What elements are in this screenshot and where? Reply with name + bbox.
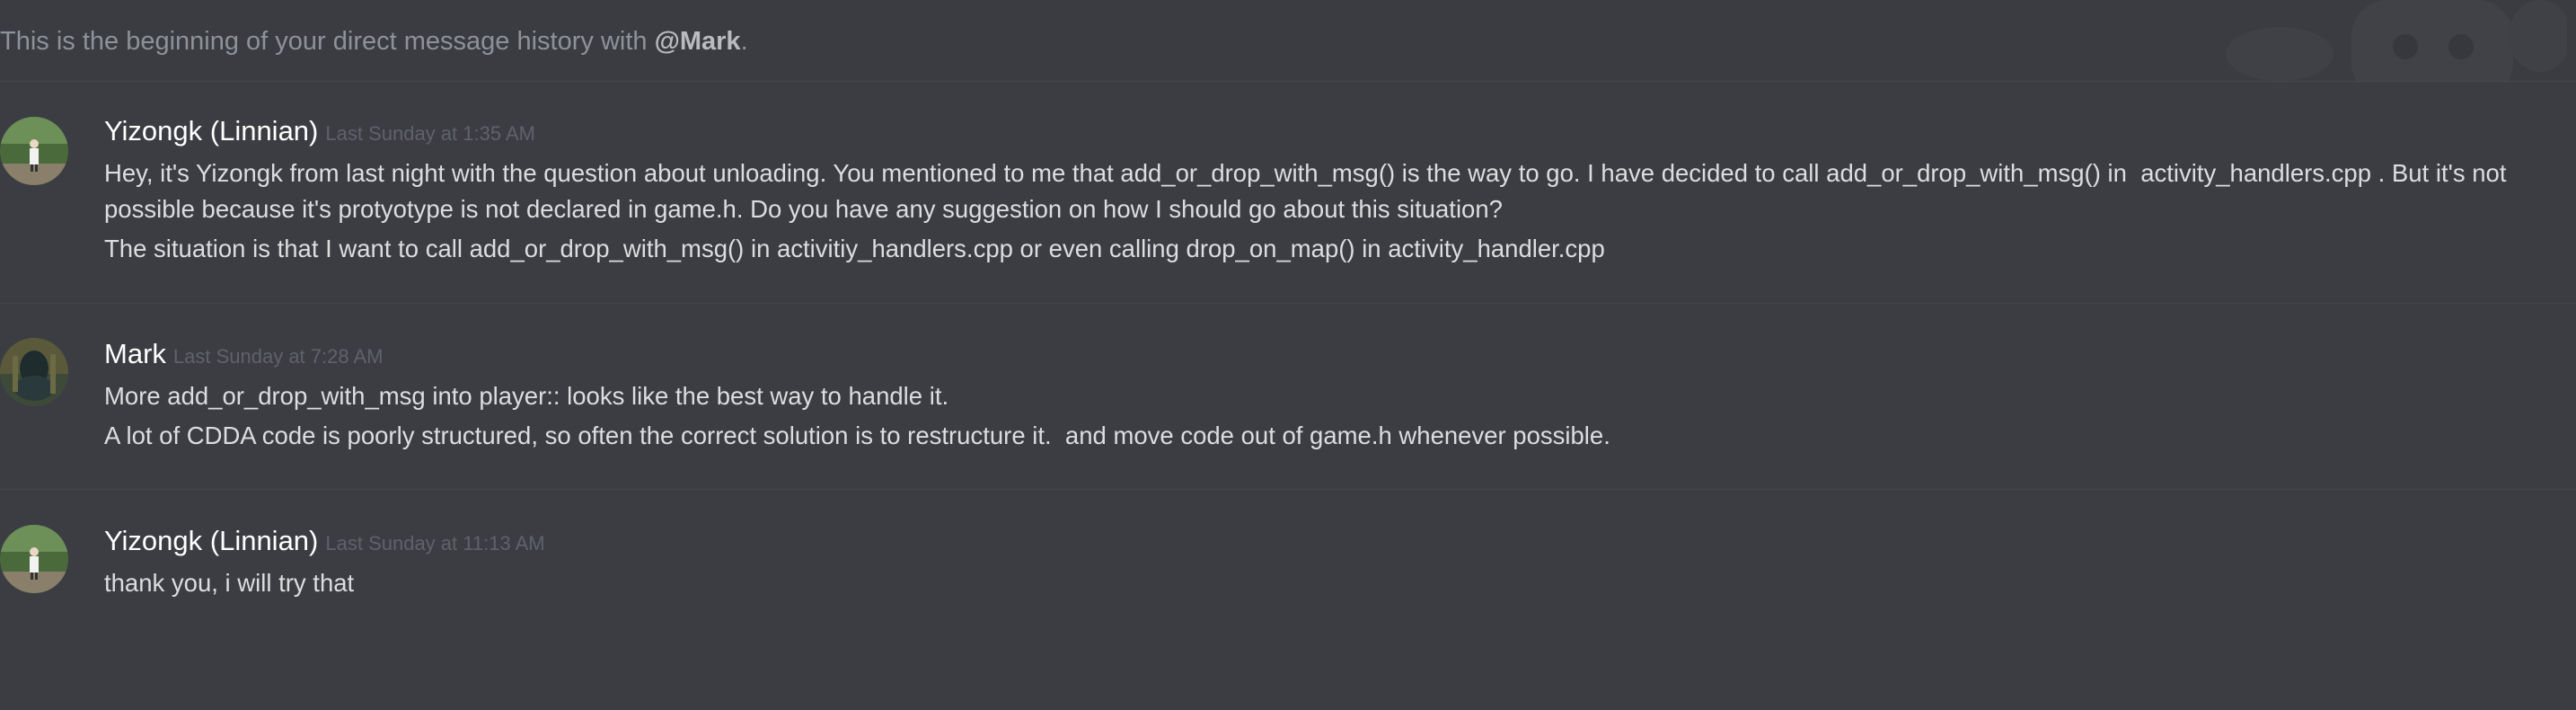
username[interactable]: Mark: [104, 338, 166, 369]
message-header: Mark Last Sunday at 7:28 AM: [104, 338, 384, 373]
dm-intro-text: This is the beginning of your direct mes…: [0, 26, 748, 57]
intro-suffix: .: [740, 27, 748, 56]
message-text: The situation is that I want to call add…: [104, 235, 1605, 262]
intro-prefix: This is the beginning of your direct mes…: [0, 27, 655, 56]
message-text: Hey, it's Yizongk from last night with t…: [104, 159, 2514, 223]
message-text: thank you, i will try that: [104, 569, 355, 597]
message-divider: [0, 489, 2576, 490]
username[interactable]: Yizongk (Linnian): [104, 115, 318, 146]
message-text: More add_or_drop_with_msg into player:: …: [104, 382, 949, 410]
message-text: A lot of CDDA code is poorly structured,…: [104, 422, 1610, 449]
dm-intro-banner: This is the beginning of your direct mes…: [0, 0, 2576, 81]
avatar[interactable]: [0, 338, 68, 406]
avatar[interactable]: [0, 117, 68, 185]
message-divider: [0, 81, 2576, 82]
wumpus-decoration-icon: [2226, 0, 2567, 81]
timestamp: Last Sunday at 11:13 AM: [325, 532, 545, 555]
dm-chat-view: This is the beginning of your direct mes…: [0, 0, 2576, 710]
message-divider: [0, 303, 2576, 304]
avatar[interactable]: [0, 525, 68, 593]
message-header: Yizongk (Linnian) Last Sunday at 1:35 AM: [104, 115, 535, 150]
message-header: Yizongk (Linnian) Last Sunday at 11:13 AM: [104, 525, 545, 560]
user-mention[interactable]: @Mark: [655, 27, 741, 56]
timestamp: Last Sunday at 1:35 AM: [325, 122, 535, 145]
timestamp: Last Sunday at 7:28 AM: [172, 345, 384, 368]
username[interactable]: Yizongk (Linnian): [104, 525, 318, 556]
